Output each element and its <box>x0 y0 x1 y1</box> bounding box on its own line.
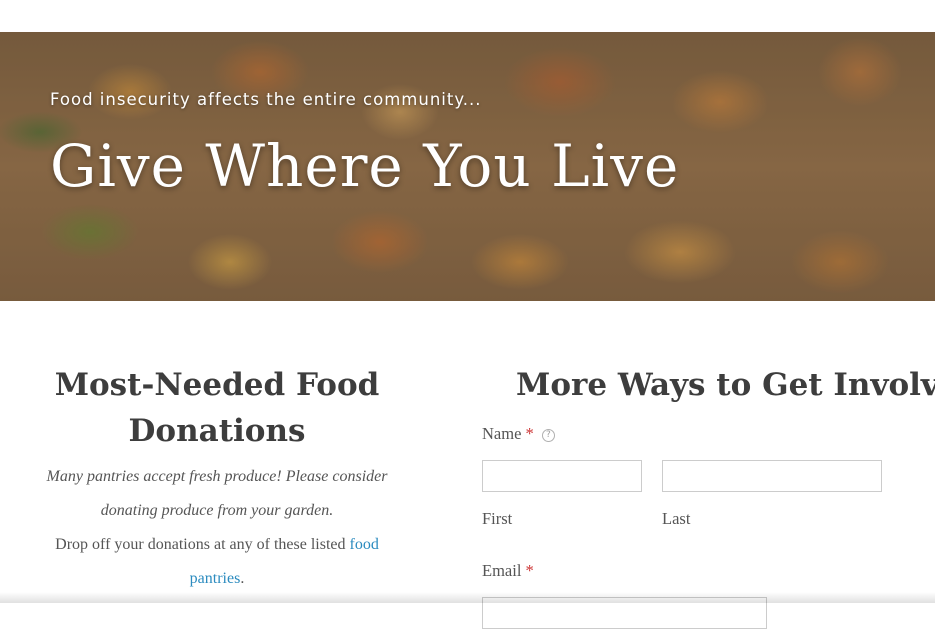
name-required-mark: * <box>525 424 534 443</box>
drop-off-text: Drop off your donations at any of these … <box>55 536 350 553</box>
first-name-input[interactable] <box>482 460 642 492</box>
email-required-mark: * <box>525 561 534 580</box>
last-sublabel: Last <box>662 509 691 528</box>
donations-heading-line2: Donations <box>128 413 306 449</box>
drop-off-paragraph: Drop off your donations at any of these … <box>30 528 404 596</box>
donations-heading: Most-Needed Food Donations <box>30 362 404 454</box>
period: . <box>240 570 245 587</box>
produce-note: Many pantries accept fresh produce! Plea… <box>30 460 404 528</box>
bottom-shadow <box>0 592 935 603</box>
last-name-input[interactable] <box>662 460 882 492</box>
hero-banner: Food insecurity affects the entire commu… <box>0 32 935 301</box>
hero-tagline: Food insecurity affects the entire commu… <box>50 90 482 109</box>
hero-title: Give Where You Live <box>50 132 680 200</box>
top-nav-bar <box>0 0 935 32</box>
email-label: Email * <box>482 561 534 581</box>
produce-note-line1: Many pantries accept fresh produce! Plea… <box>46 468 388 485</box>
produce-note-line2: donating produce from your garden. <box>100 502 334 519</box>
donations-heading-line1: Most-Needed Food <box>54 367 380 403</box>
first-sublabel: First <box>482 509 513 528</box>
email-label-text: Email <box>482 561 522 580</box>
food-pantries-link-part1[interactable]: food <box>349 536 378 553</box>
help-icon[interactable]: ? <box>541 428 555 442</box>
name-label-text: Name <box>482 424 522 443</box>
donations-section: Most-Needed Food Donations Many pantries… <box>30 362 404 596</box>
food-pantries-link-part2[interactable]: pantries <box>190 570 241 587</box>
get-involved-heading: More Ways to Get Involved <box>516 367 935 403</box>
name-label: Name * ? <box>482 424 555 444</box>
